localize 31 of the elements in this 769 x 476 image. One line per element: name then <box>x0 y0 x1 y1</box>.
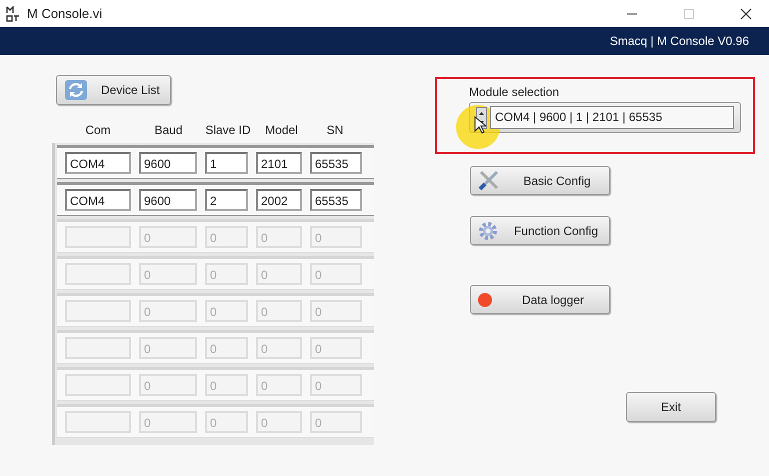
close-icon[interactable] <box>740 8 752 20</box>
basic-config-button[interactable]: Basic Config <box>470 166 610 195</box>
table-cell[interactable]: 2101 <box>256 152 302 174</box>
table-cell[interactable]: 1 <box>205 152 248 174</box>
cursor-icon <box>474 116 486 134</box>
device-list-button[interactable]: Device List <box>56 75 171 105</box>
column-header: Baud <box>153 123 184 137</box>
table-cell[interactable]: COM4 <box>65 152 131 174</box>
column-header: SN <box>326 123 344 137</box>
table-cell[interactable]: 9600 <box>139 152 197 174</box>
data-logger-button[interactable]: Data logger <box>470 285 610 314</box>
banner-title: Smacq | M Console V0.96 <box>610 34 749 48</box>
exit-button[interactable]: Exit <box>626 392 716 422</box>
table-cell[interactable]: 2002 <box>256 189 302 211</box>
table-cell[interactable]: 9600 <box>139 189 197 211</box>
column-header: Slave ID <box>204 123 252 137</box>
app-icon <box>6 6 20 22</box>
gear-icon <box>477 220 499 242</box>
module-selection-label: Module selection <box>469 85 560 99</box>
function-config-button[interactable]: Function Config <box>470 216 610 245</box>
table-cell[interactable]: 2 <box>205 189 248 211</box>
table-cell[interactable]: 65535 <box>310 189 362 211</box>
column-header: Model <box>264 123 299 137</box>
refresh-icon <box>65 80 87 100</box>
record-icon <box>477 292 493 308</box>
column-header: Com <box>84 123 112 137</box>
window-title: M Console.vi <box>27 6 102 21</box>
tools-icon <box>477 170 501 192</box>
table-cell[interactable]: COM4 <box>65 189 131 211</box>
maximize-icon[interactable] <box>683 8 695 20</box>
table-cell[interactable]: 65535 <box>310 152 362 174</box>
